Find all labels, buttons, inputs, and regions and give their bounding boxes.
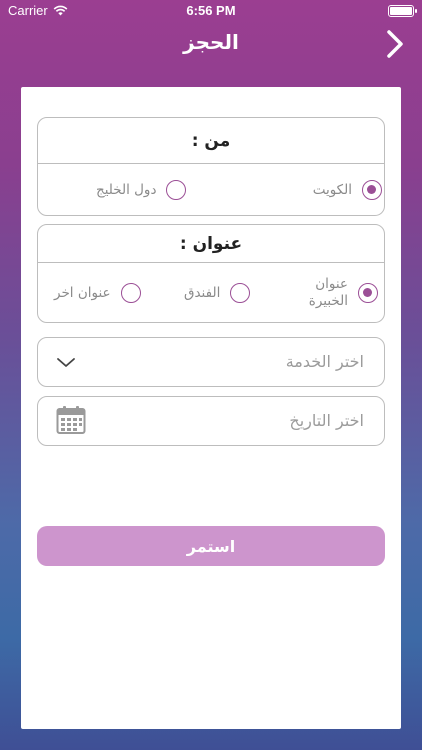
date-picker-placeholder: اختر التاريخ: [289, 411, 364, 430]
address-heading: عنوان :: [38, 225, 384, 263]
option-hotel[interactable]: الفندق: [184, 263, 251, 322]
address-options: عنوان الخبيرة الفندق عنوان اخر: [38, 263, 384, 322]
option-other-address[interactable]: عنوان اخر: [54, 263, 141, 322]
status-bar: Carrier 6:56 PM: [0, 0, 422, 22]
battery-icon: [388, 5, 417, 17]
chevron-right-icon: [387, 30, 403, 58]
calendar-icon: [56, 406, 86, 434]
service-select[interactable]: اختر الخدمة: [37, 337, 385, 387]
page-title: الحجز: [183, 30, 239, 54]
option-expert-address[interactable]: عنوان الخبيرة: [300, 263, 378, 322]
from-group: من : الكويت دول الخليج: [37, 117, 385, 216]
from-options: الكويت دول الخليج: [38, 164, 384, 215]
nav-bar: الحجز: [0, 22, 422, 66]
booking-card: من : الكويت دول الخليج عنوان : عنوان الخ…: [21, 87, 401, 729]
option-expert-address-label: عنوان الخبيرة: [308, 275, 348, 309]
service-select-placeholder: اختر الخدمة: [285, 352, 364, 371]
option-kuwait[interactable]: الكويت: [282, 164, 382, 215]
address-group: عنوان : عنوان الخبيرة الفندق عنوان اخر: [37, 224, 385, 323]
radio-hotel[interactable]: [230, 282, 251, 303]
radio-expert-address[interactable]: [358, 282, 378, 303]
radio-kuwait[interactable]: [362, 179, 382, 200]
option-other-address-label: عنوان اخر: [54, 284, 111, 301]
option-hotel-label: الفندق: [184, 284, 221, 301]
option-gulf-label: دول الخليج: [96, 181, 157, 198]
option-gulf[interactable]: دول الخليج: [96, 164, 187, 215]
option-kuwait-label: الكويت: [312, 181, 352, 198]
chevron-down-icon: [57, 358, 75, 367]
date-picker[interactable]: اختر التاريخ: [37, 396, 385, 446]
radio-gulf[interactable]: [166, 179, 187, 200]
radio-other-address[interactable]: [120, 282, 141, 303]
back-button[interactable]: [382, 28, 408, 60]
from-heading: من :: [38, 118, 384, 164]
status-time: 6:56 PM: [186, 3, 236, 18]
continue-button[interactable]: استمر: [37, 526, 385, 566]
